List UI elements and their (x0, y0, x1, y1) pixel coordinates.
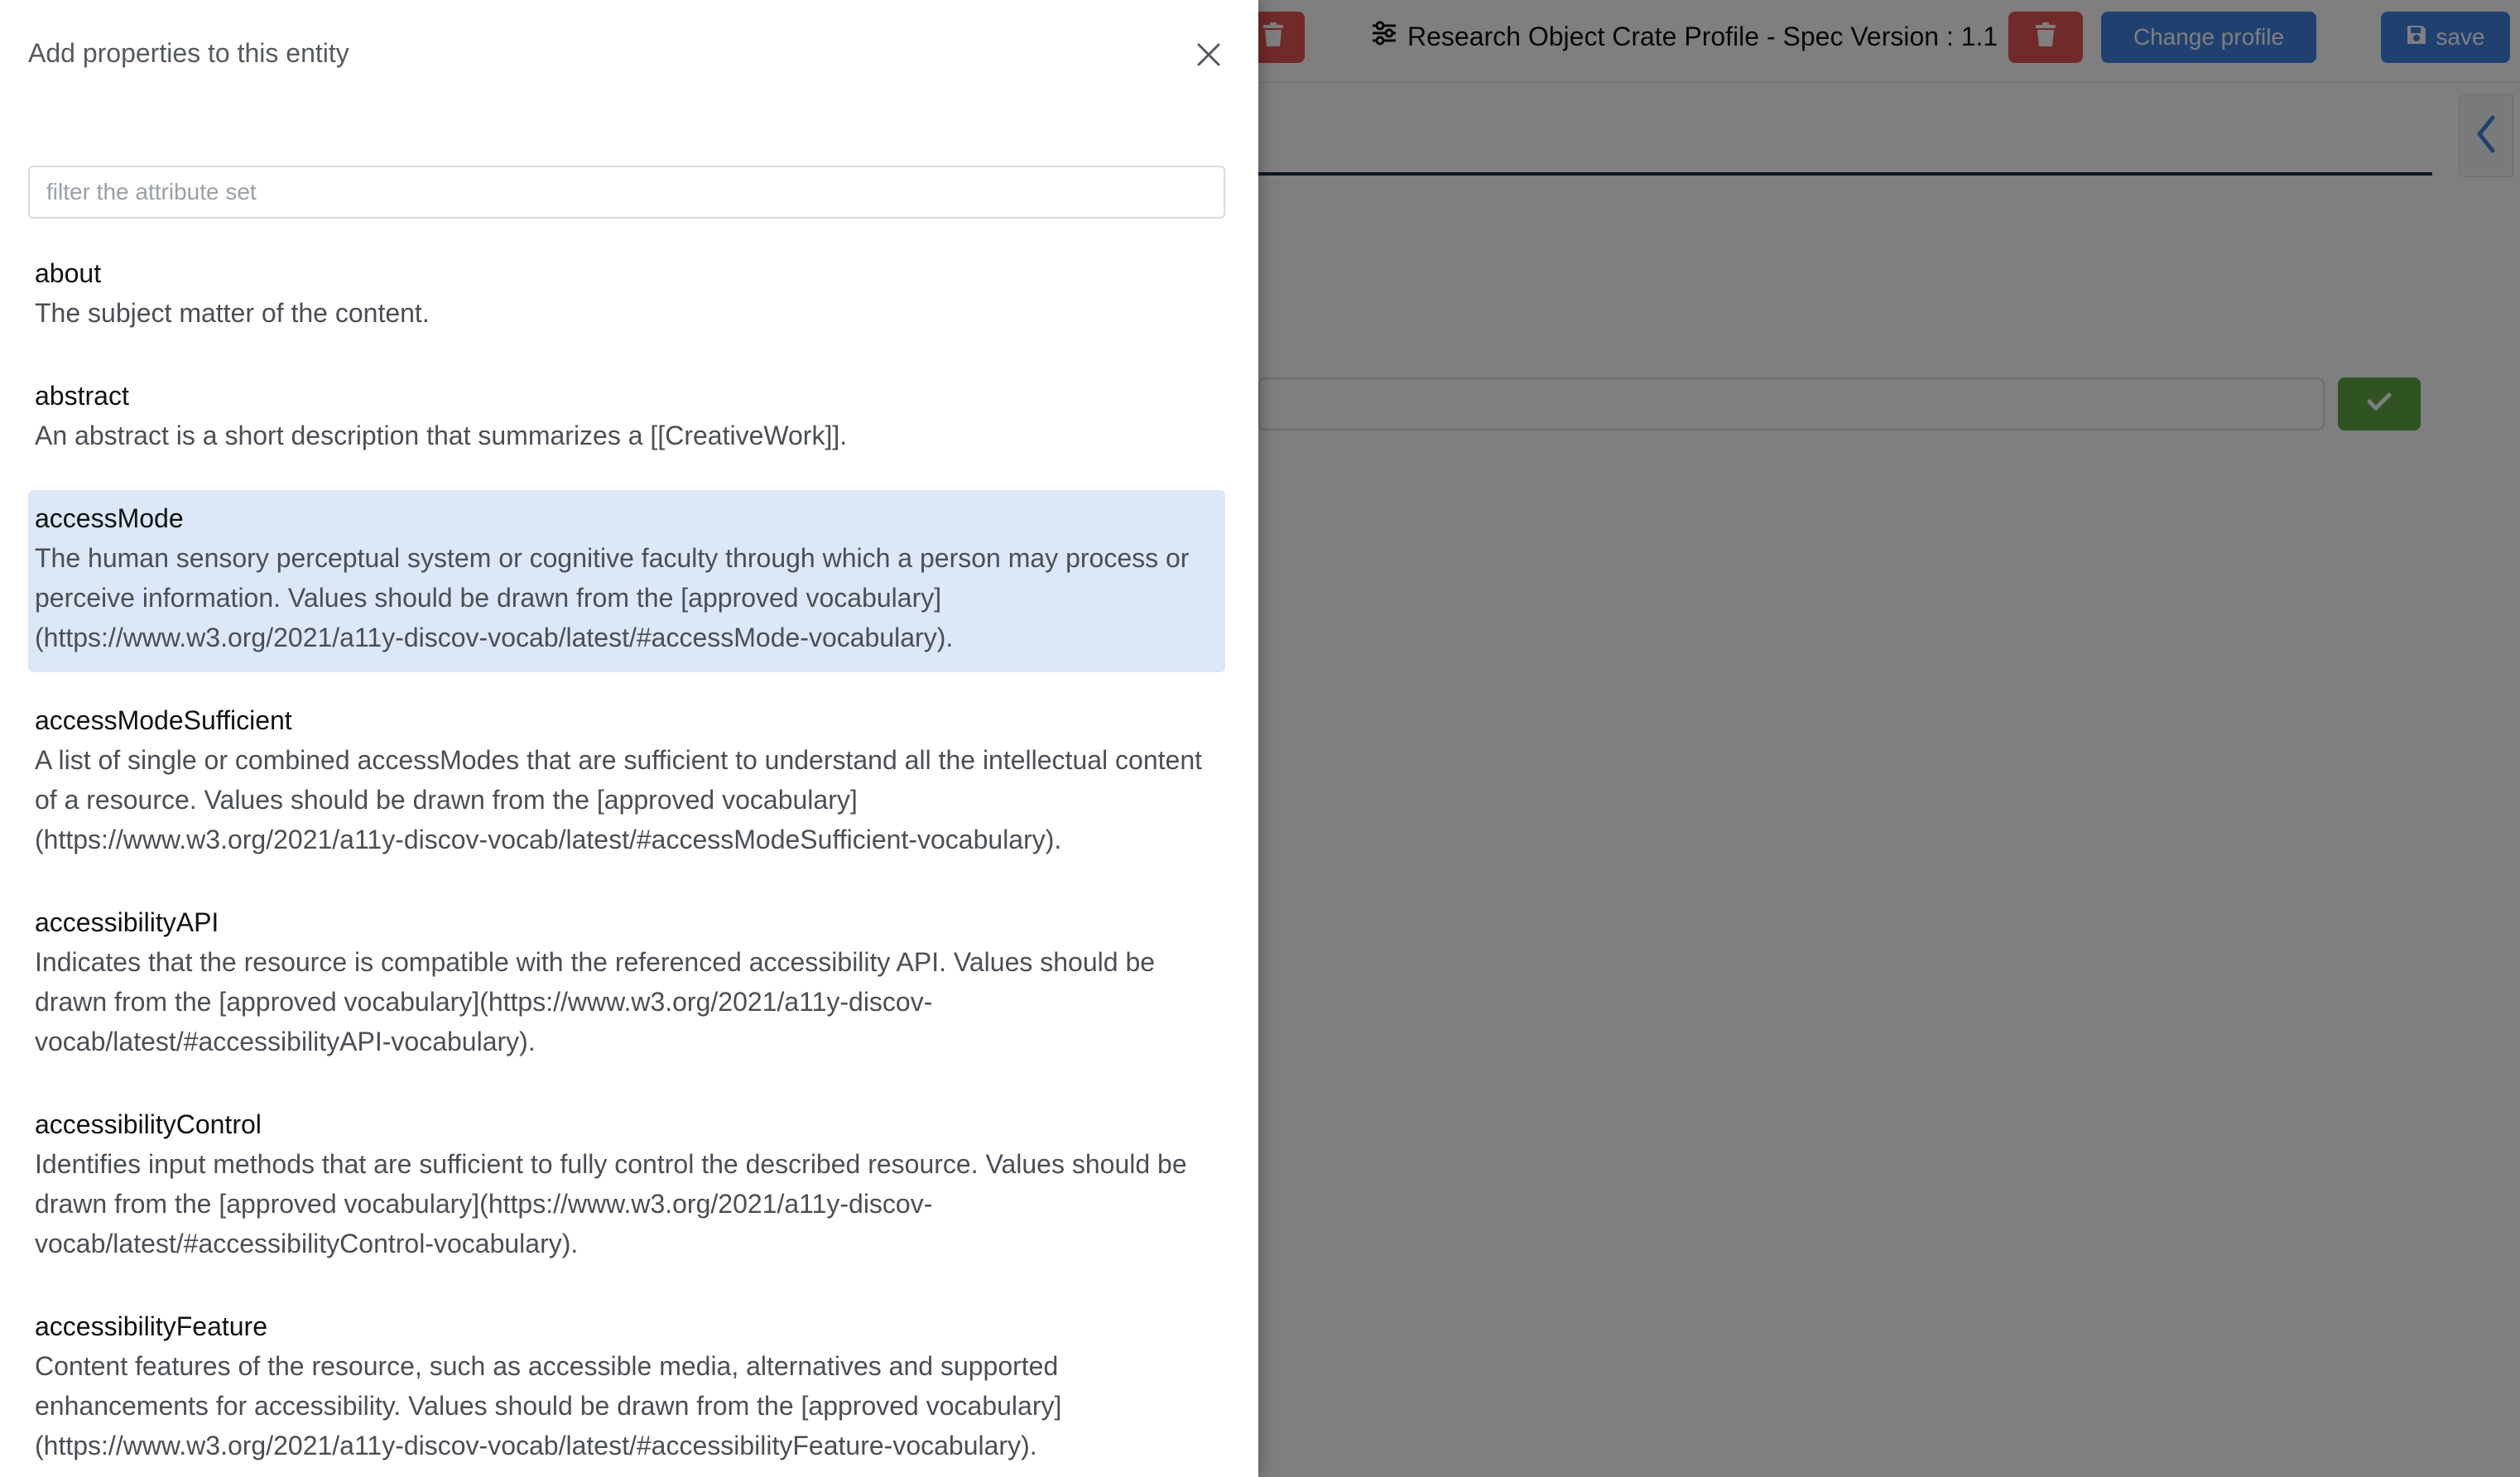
list-item[interactable]: about The subject matter of the content. (28, 245, 1225, 348)
list-item[interactable]: accessibilityAPI Indicates that the reso… (28, 894, 1225, 1076)
property-description: Indicates that the resource is compatibl… (35, 947, 1156, 1056)
property-name: accessibilityAPI (35, 907, 219, 937)
list-item[interactable]: accessMode The human sensory perceptual … (28, 490, 1225, 672)
property-name: abstract (35, 381, 129, 411)
property-description: Identifies input methods that are suffic… (35, 1149, 1187, 1258)
property-list: about The subject matter of the content.… (28, 245, 1225, 1477)
close-drawer-button[interactable] (1192, 40, 1225, 73)
property-name: accessibilityFeature (35, 1311, 267, 1341)
drawer-title: Add properties to this entity (28, 38, 349, 68)
property-description: An abstract is a short description that … (35, 421, 848, 450)
property-description: The human sensory perceptual system or c… (35, 543, 1190, 652)
list-item[interactable]: accessibilityFeature Content features of… (28, 1298, 1225, 1477)
list-item[interactable]: accessibilityControl Identifies input me… (28, 1096, 1225, 1278)
attribute-filter-input[interactable] (28, 166, 1225, 219)
property-description: Content features of the resource, such a… (35, 1351, 1062, 1460)
list-item[interactable]: abstract An abstract is a short descript… (28, 368, 1225, 470)
close-icon (1196, 42, 1221, 71)
property-name: about (35, 258, 102, 288)
add-properties-drawer: Add properties to this entity about The … (0, 0, 1258, 1477)
property-name: accessModeSufficient (35, 705, 292, 735)
property-name: accessMode (35, 503, 184, 533)
property-description: The subject matter of the content. (35, 298, 430, 328)
list-item[interactable]: accessModeSufficient A list of single or… (28, 692, 1225, 874)
property-name: accessibilityControl (35, 1109, 262, 1139)
property-description: A list of single or combined accessModes… (35, 745, 1202, 854)
